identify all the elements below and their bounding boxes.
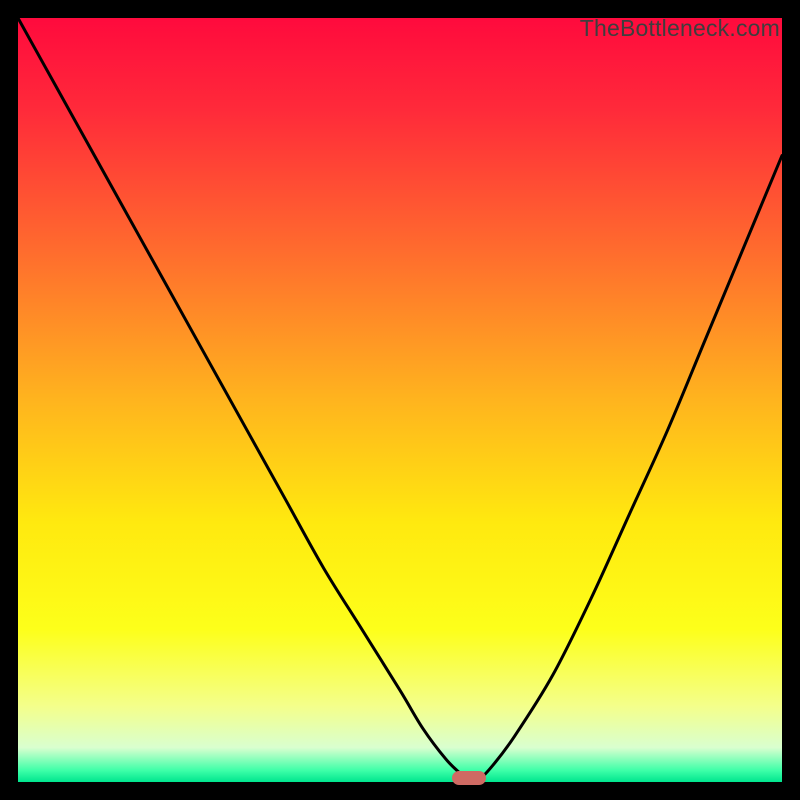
plot-area: TheBottleneck.com [18, 18, 782, 782]
optimal-point-marker [452, 771, 486, 785]
watermark-text: TheBottleneck.com [580, 15, 780, 42]
chart-frame: TheBottleneck.com [18, 18, 782, 782]
bottleneck-curve [18, 18, 782, 782]
